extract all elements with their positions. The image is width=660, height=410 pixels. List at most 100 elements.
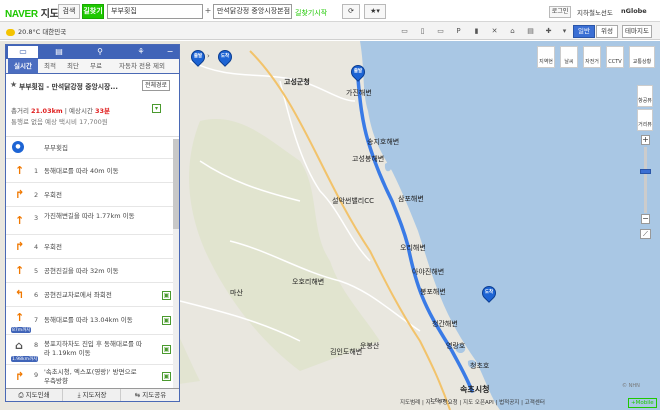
straight-arrow-icon: ↑	[15, 214, 25, 227]
refresh-icon[interactable]: ⟳	[342, 4, 360, 19]
view-theme-button[interactable]: 테마지도	[622, 25, 652, 38]
bicycle-tool-icon[interactable]: 자전거	[583, 46, 601, 68]
tab-realtime[interactable]: 실시간	[8, 59, 38, 73]
step-number: 4	[34, 243, 39, 251]
all-routes-button[interactable]: 전체경로	[142, 80, 171, 91]
region-status-icon[interactable]: 지역현황도	[537, 46, 555, 68]
measure-icon[interactable]: ⟋	[640, 229, 651, 239]
swap-icon[interactable]: +	[203, 4, 213, 19]
start-pin[interactable]: 출발	[348, 62, 368, 83]
naver-logo[interactable]: NAVER 지도	[5, 5, 59, 20]
step-text: 우회전	[44, 191, 62, 199]
view-satellite-button[interactable]: 위성	[596, 25, 618, 38]
camera-icon[interactable]: ▣	[162, 316, 171, 325]
walk-mode-icon[interactable]: ⚘	[126, 46, 156, 58]
step-text: 동해대로를 따라 13.04km 이동	[44, 316, 133, 324]
step-4[interactable]: ↱ 4 우회전	[6, 235, 179, 259]
find-route-button[interactable]: 길찾기시작	[295, 8, 327, 18]
destination-input[interactable]: 만석닭강정 중앙시장본점	[213, 4, 292, 19]
step-6[interactable]: ↰ 6 공현진교차로에서 좌회전 ▣	[6, 283, 179, 307]
cctv-tool-icon[interactable]: CCTV	[606, 46, 624, 68]
login-button[interactable]: 로그인	[549, 6, 571, 18]
street-view-icon[interactable]: 거리뷰	[637, 109, 653, 131]
traffic-tool-icon[interactable]: 교통상황	[629, 46, 655, 68]
gas-icon[interactable]: ▮	[470, 25, 483, 37]
zoom-track[interactable]	[644, 147, 647, 213]
step-5[interactable]: ↑ 5 공현진길을 따라 32m 이동	[6, 259, 179, 283]
zoom-out-button[interactable]: −	[641, 214, 650, 224]
map-footer-links[interactable]: 지도범례 | 지도 수정요청 | 지도 오픈API | 법적공지 | 고객센터	[400, 398, 545, 406]
transport-modes: ▭ ▤ ⚲ ⚘ −	[6, 45, 179, 59]
share-map-button[interactable]: ⇆ 지도공유	[122, 389, 179, 401]
hotel-icon[interactable]: ▤	[524, 25, 537, 37]
straight-arrow-icon: ↑	[15, 264, 25, 277]
map-label: 오리해변	[400, 244, 426, 252]
nglobe-link[interactable]: nGlobe	[621, 7, 647, 15]
favorite-star-icon[interactable]: ★	[10, 80, 17, 89]
map-label: 속초시청	[460, 385, 490, 394]
route-distance-time: 총거리 21.03km | 예상시간 33분	[11, 107, 111, 115]
zoom-handle[interactable]	[640, 169, 651, 174]
step-8[interactable]: ⌂ 1.98km까지 8 봉포지하차도 진입 후 동해대로를 따라 1.19km…	[6, 335, 179, 365]
bus-icon[interactable]: ▭	[398, 25, 411, 37]
left-arrow-icon: ↰	[15, 288, 25, 301]
step-2[interactable]: ↱ 2 우회전	[6, 183, 179, 207]
favorite-star-icon[interactable]: ★▾	[364, 4, 386, 19]
step-number: 9	[34, 371, 39, 379]
zoom-in-button[interactable]: +	[641, 135, 650, 145]
tab-shortest[interactable]: 최단	[62, 59, 84, 73]
panel-scrollbar[interactable]	[173, 139, 179, 389]
camera-icon[interactable]: ▣	[162, 372, 171, 381]
right-arrow-icon: ↱	[15, 240, 25, 253]
step-1[interactable]: ↑ 1 동해대로를 따라 40m 이동	[6, 159, 179, 183]
hospital-icon[interactable]: ✚	[542, 25, 555, 37]
step-start[interactable]: ● 부부횟집	[6, 138, 179, 159]
step-number: 2	[34, 191, 39, 199]
map-label: 삼포해변	[398, 195, 424, 203]
distance-badge: 87m까지	[11, 327, 32, 333]
step-3[interactable]: ↑ 3 가진해변길을 따라 1.77km 이동	[6, 207, 179, 235]
map-label: 가진해변	[346, 89, 372, 97]
map-label: 오호리해변	[292, 278, 325, 286]
weather-tool-icon[interactable]: 날씨	[560, 46, 578, 68]
scroll-thumb[interactable]	[173, 139, 179, 229]
subway-map-link[interactable]: 지하철노선도	[577, 7, 622, 17]
tab-free[interactable]: 무료	[85, 59, 107, 73]
map-label: 청간해변	[432, 320, 458, 328]
mobile-link[interactable]: +Mobile	[628, 398, 657, 408]
origin-input[interactable]: 부부횟집	[107, 4, 203, 19]
aerial-view-icon[interactable]: 항공뷰	[637, 85, 653, 107]
step-number: 6	[34, 291, 39, 299]
end-pin[interactable]: 도착	[479, 283, 499, 304]
subway-icon[interactable]: ▯	[416, 25, 429, 37]
map-label: 청초호	[470, 362, 490, 370]
step-number: 5	[34, 267, 39, 275]
step-text: 공현진교차로에서 좌회전	[44, 291, 112, 299]
map-label: 아야진해변	[412, 268, 445, 276]
tab-search[interactable]: 검색	[58, 4, 80, 19]
save-map-button[interactable]: ⤓ 지도저장	[64, 389, 121, 401]
car-mode-icon[interactable]: ▭	[8, 46, 38, 58]
parking-icon[interactable]: P	[452, 25, 465, 37]
step-9[interactable]: ↱ 9 '속초시청, 엑스포(영랑)' 방면으로 우측방향 ▣	[6, 365, 179, 389]
view-normal-button[interactable]: 일반	[573, 25, 595, 38]
minimize-icon[interactable]: −	[162, 46, 178, 58]
camera-icon[interactable]: ▣	[162, 291, 171, 300]
bus-mode-icon[interactable]: ▤	[44, 46, 74, 58]
tab-optimal[interactable]: 최적	[39, 59, 61, 73]
car-icon[interactable]: ▭	[434, 25, 447, 37]
camera-icon[interactable]: ▣	[162, 345, 171, 354]
print-map-button[interactable]: ⎙ 지도인쇄	[6, 389, 63, 401]
weather-widget[interactable]: 20.8°C 대한민국	[6, 26, 66, 36]
step-text: 동해대로를 따라 40m 이동	[44, 167, 119, 175]
bicycle-mode-icon[interactable]: ⚲	[85, 46, 115, 58]
tab-no-motorway[interactable]: 자동차 전용 제외	[108, 59, 176, 73]
more-icon[interactable]: ▾	[558, 25, 571, 37]
step-7[interactable]: ↑ 87m까지 7 동해대로를 따라 13.04km 이동 ▣	[6, 307, 179, 335]
map-label: 운봉산	[360, 342, 380, 350]
tab-directions[interactable]: 길찾기	[82, 4, 104, 19]
food-icon[interactable]: ✕	[488, 25, 501, 37]
expand-icon[interactable]: ▾	[152, 104, 161, 113]
shop-icon[interactable]: ⌂	[506, 25, 519, 37]
route-summary: ★ 부부횟집 - 만석닭강정 중앙시장... 전체경로 총거리 21.03km …	[6, 77, 179, 137]
